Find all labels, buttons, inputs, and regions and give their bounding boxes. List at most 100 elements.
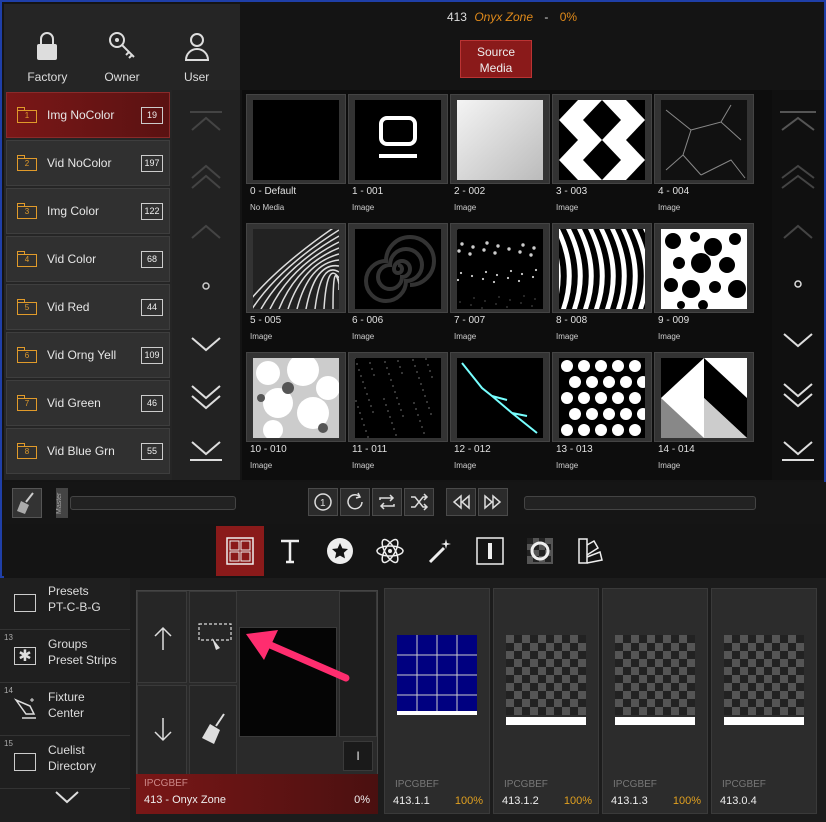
media-preview-polka xyxy=(559,358,649,438)
fixture-tile[interactable]: IPCGBEF 413.0.4 xyxy=(711,588,817,814)
fast-forward-button[interactable] xyxy=(478,488,508,516)
folder-item[interactable]: 3 Img Color 122 xyxy=(6,188,170,234)
user-button[interactable]: User xyxy=(167,4,227,90)
source-media-button[interactable]: Source Media xyxy=(460,40,532,78)
nav-scroll-down-icon[interactable] xyxy=(52,786,82,808)
nav-item[interactable]: 14 Fixture Center xyxy=(0,684,130,736)
media-preview-white xyxy=(457,100,543,180)
clear-layer-button[interactable] xyxy=(189,685,237,775)
page-down-double-icon[interactable] xyxy=(172,376,240,416)
nav-item[interactable]: Presets PT-C-B-G xyxy=(0,578,130,630)
media-image xyxy=(246,94,346,184)
media-thumbnail[interactable]: 14 - 014 Image xyxy=(654,352,754,476)
media-thumbnail[interactable]: 1 - 001 Image xyxy=(348,94,448,218)
fixture-tile[interactable]: IPCGBEF 413.1.3 100% xyxy=(602,588,708,814)
loop-button[interactable] xyxy=(340,488,370,516)
media-gallery-icon xyxy=(226,537,254,565)
folder-item[interactable]: 2 Vid NoColor 197 xyxy=(6,140,170,186)
page-down-icon[interactable] xyxy=(172,324,240,364)
nav-item[interactable]: 15 Cuelist Directory xyxy=(0,737,130,789)
master-slider[interactable] xyxy=(70,496,236,510)
move-down-button[interactable] xyxy=(137,685,187,775)
folder-scroll-controls xyxy=(172,90,240,480)
folder-item[interactable]: 6 Vid Orng Yell 109 xyxy=(6,332,170,378)
tab-mask[interactable] xyxy=(516,526,564,576)
square-icon xyxy=(14,594,36,612)
fixture-tile[interactable]: IPCGBEF 413.1.1 100% xyxy=(384,588,490,814)
media-thumbnail[interactable]: 5 - 005 Image xyxy=(246,223,346,347)
folder-label: Vid NoColor xyxy=(47,156,112,170)
media-preview-spiral xyxy=(355,229,441,309)
tab-magic[interactable] xyxy=(416,526,464,576)
media-name: 10 - 010 xyxy=(250,444,287,455)
main-fixture-footer[interactable]: IPCGBEF 413 - Onyx Zone 0% xyxy=(136,774,378,814)
media-thumbnail[interactable]: 2 - 002 Image xyxy=(450,94,550,218)
nav-item[interactable]: 13 ✱ Groups Preset Strips xyxy=(0,631,130,683)
svg-text:1: 1 xyxy=(320,498,326,509)
tab-intensity[interactable] xyxy=(466,526,514,576)
media-thumbnail[interactable]: 8 - 008 Image xyxy=(552,223,652,347)
page-last-icon[interactable] xyxy=(172,430,240,470)
media-scroll-center-icon[interactable] xyxy=(772,266,824,306)
media-thumbnail[interactable]: 3 - 003 Image xyxy=(552,94,652,218)
media-thumbnail[interactable]: 11 - 011 Image xyxy=(348,352,448,476)
folder-item[interactable]: 4 Vid Color 68 xyxy=(6,236,170,282)
text-icon xyxy=(281,539,299,564)
media-thumbnail[interactable]: 13 - 013 Image xyxy=(552,352,652,476)
media-thumbnail[interactable]: 12 - 012 Image xyxy=(450,352,550,476)
edit-button[interactable] xyxy=(189,591,237,683)
media-preview-dots xyxy=(661,229,747,310)
media-image xyxy=(654,352,754,442)
tab-favorites[interactable] xyxy=(316,526,364,576)
tab-text[interactable] xyxy=(266,526,314,576)
media-thumbnail[interactable]: 4 - 004 Image xyxy=(654,94,754,218)
media-page-up-icon[interactable] xyxy=(772,212,824,252)
scroll-center-icon[interactable] xyxy=(172,268,240,308)
folder-item[interactable]: 7 Vid Green 46 xyxy=(6,380,170,426)
arrow-up-icon xyxy=(154,626,172,650)
speed-slider[interactable] xyxy=(524,496,756,510)
fixture-sub: IPCGBEF xyxy=(722,779,766,790)
tab-media[interactable] xyxy=(216,526,264,576)
folder-count: 19 xyxy=(141,107,163,124)
rewind-button[interactable] xyxy=(446,488,476,516)
media-name: 4 - 004 xyxy=(658,186,690,197)
owner-button[interactable]: Owner xyxy=(92,4,152,90)
factory-button[interactable]: Factory xyxy=(17,4,77,90)
media-preview-zebra xyxy=(553,229,651,309)
media-thumbnail[interactable]: 10 - 010 Image xyxy=(246,352,346,476)
shuffle-button[interactable] xyxy=(404,488,434,516)
tab-color[interactable] xyxy=(566,526,614,576)
folder-item[interactable]: 5 Vid Red 44 xyxy=(6,284,170,330)
owner-label: Owner xyxy=(104,70,140,84)
fixture-tile[interactable]: IPCGBEF 413.1.2 100% xyxy=(493,588,599,814)
playback-controls: 1 xyxy=(308,488,508,516)
main-fixture-sub: IPCGBEF xyxy=(144,778,188,789)
tab-effects[interactable] xyxy=(366,526,414,576)
media-thumbnail[interactable]: 7 - 007 Image xyxy=(450,223,550,347)
media-image xyxy=(552,352,652,442)
page-up-double-icon[interactable] xyxy=(172,156,240,196)
media-page-down-double-icon[interactable] xyxy=(772,374,824,414)
media-thumbnail[interactable]: 9 - 009 Image xyxy=(654,223,754,347)
media-thumbnail[interactable]: 0 - Default No Media xyxy=(246,94,346,218)
media-page-down-icon[interactable] xyxy=(772,320,824,360)
folder-item[interactable]: 1 Img NoColor 19 xyxy=(6,92,170,138)
page-up-icon[interactable] xyxy=(172,212,240,252)
folder-item[interactable]: 8 Vid Blue Grn 55 xyxy=(6,428,170,474)
page-first-icon[interactable] xyxy=(172,100,240,140)
folder-count: 55 xyxy=(141,443,163,460)
media-page-first-icon[interactable] xyxy=(772,100,824,140)
folder-icon: 1 xyxy=(17,107,37,123)
media-page-up-double-icon[interactable] xyxy=(772,156,824,196)
media-page-last-icon[interactable] xyxy=(772,430,824,470)
play-once-button[interactable]: 1 xyxy=(308,488,338,516)
folder-label: Vid Blue Grn xyxy=(47,444,115,458)
folder-icon: 7 xyxy=(17,395,37,411)
move-up-button[interactable] xyxy=(137,591,187,683)
repeat-button[interactable] xyxy=(372,488,402,516)
intensity-button[interactable]: I xyxy=(343,741,373,771)
clear-button[interactable] xyxy=(12,488,42,518)
media-thumbnail[interactable]: 6 - 006 Image xyxy=(348,223,448,347)
main-fixture-name: 413 - Onyx Zone xyxy=(144,794,226,806)
